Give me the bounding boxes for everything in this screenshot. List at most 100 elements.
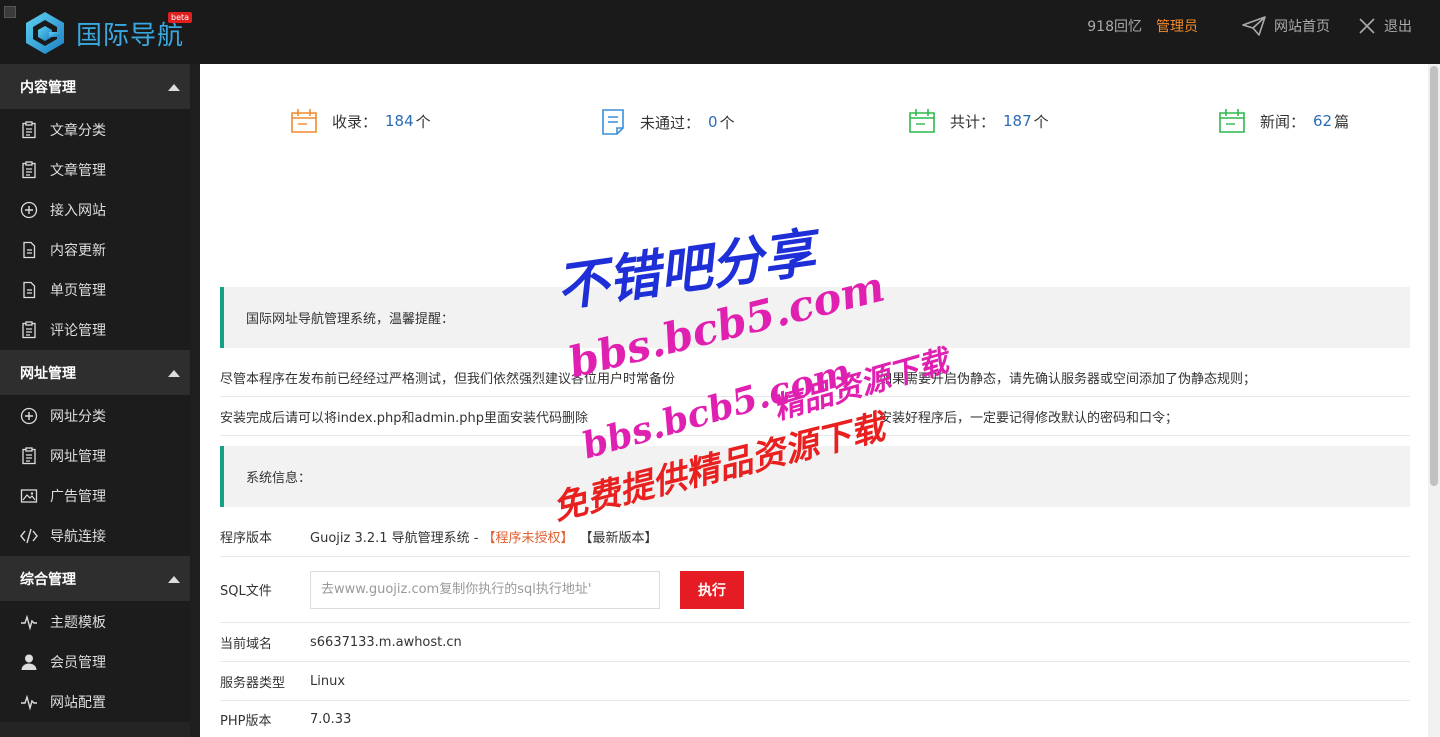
info-label: 当前域名 [220, 636, 273, 652]
sidebar: 内容管理 文章分类 文章管理 接入网站 内容更新 单页管理 评论管理 网址管理 … [0, 64, 190, 737]
stat-label: 新闻： [1260, 112, 1306, 131]
notice-text: 尽管本程序在发布前已经经过严格测试，但我们依然强烈建议各位用户时常备份 [220, 371, 676, 387]
sidebar-item-label: 主题模板 [50, 615, 106, 631]
info-label: 程序版本 [220, 531, 273, 546]
username: 918回忆 [1087, 19, 1142, 35]
notice-text: 安装好程序后，一定要记得修改默认的密码和口令； [879, 410, 1179, 426]
sidebar-item-label: 文章管理 [50, 163, 106, 179]
stat-indexed: 收录： 184 个 [290, 108, 431, 134]
info-label: 服务器类型 [220, 675, 286, 691]
notice-text: 如果需要开启伪静态，请先确认服务器或空间添加了伪静态规则； [879, 371, 1257, 387]
php-value: 7.0.33 [310, 711, 352, 727]
note-icon [602, 109, 624, 135]
site-home-link[interactable]: 网站首页 [1242, 16, 1330, 36]
sidebar-item-label: 网址管理 [50, 449, 106, 465]
notice-row: 尽管本程序在发布前已经经过严格测试，但我们依然强烈建议各位用户时常备份 如果需要… [220, 358, 1410, 397]
clipboard-icon [22, 121, 36, 139]
scrollbar-thumb[interactable] [1430, 66, 1438, 486]
info-row-sql: SQL文件 执行 [220, 557, 1410, 623]
code-icon [20, 528, 38, 544]
latest-version[interactable]: 【最新版本】 [580, 527, 658, 546]
clipboard-icon [22, 321, 36, 339]
stat-rejected: 未通过： 0 个 [600, 108, 735, 136]
info-row-server: 服务器类型 Linux [220, 662, 1410, 701]
sql-url-input[interactable] [310, 570, 660, 609]
sidebar-item-ads[interactable]: 广告管理 [0, 476, 190, 516]
stat-value: 62 [1313, 112, 1333, 130]
notice-title: 国际网址导航管理系统，温馨提醒： [246, 312, 455, 327]
sidebar-group-general[interactable]: 综合管理 [0, 556, 190, 602]
sidebar-group-content[interactable]: 内容管理 [0, 64, 190, 110]
info-row-domain: 当前域名 s6637133.m.awhost.cn [220, 623, 1410, 662]
sysinfo-header: 系统信息： [220, 446, 1410, 507]
sidebar-item-url-category[interactable]: 网址分类 [0, 396, 190, 436]
sidebar-item-nav-links[interactable]: 导航连接 [0, 516, 190, 556]
stat-value: 0 [708, 113, 718, 131]
stat-unit: 个 [719, 113, 735, 132]
window-corner-square [4, 6, 16, 18]
sidebar-item-label: 网站配置 [50, 695, 106, 711]
stat-value: 184 [385, 112, 414, 130]
clipboard-icon [22, 447, 36, 465]
sidebar-item-url-manage[interactable]: 网址管理 [0, 436, 190, 476]
info-label: SQL文件 [220, 584, 272, 599]
user-role: 管理员 [1156, 19, 1198, 35]
top-header: 国际导航 beta 918回忆 管理员 网站首页 退出 [0, 0, 1440, 64]
stat-label: 收录： [332, 112, 378, 131]
stat-total: 共计： 187 个 [908, 108, 1049, 134]
header-right: 918回忆 管理员 网站首页 退出 [1087, 0, 1412, 52]
sidebar-item-label: 广告管理 [50, 489, 106, 505]
caret-up-icon [168, 84, 180, 91]
stat-unit: 篇 [1334, 112, 1350, 131]
folder-icon [909, 109, 935, 133]
user-icon [21, 654, 37, 670]
logout-label: 退出 [1384, 19, 1412, 35]
sidebar-item-connect-site[interactable]: 接入网站 [0, 190, 190, 230]
notice-text: 安装完成后请可以将index.php和admin.php里面安装代码删除 [220, 410, 589, 426]
pulse-icon [21, 614, 37, 631]
sidebar-item-members[interactable]: 会员管理 [0, 642, 190, 682]
group-label: 网址管理 [20, 365, 76, 382]
site-home-label: 网站首页 [1274, 19, 1330, 35]
sidebar-item-content-update[interactable]: 内容更新 [0, 230, 190, 270]
license-status[interactable]: 【程序未授权】 [482, 527, 573, 546]
sidebar-item-single-page[interactable]: 单页管理 [0, 270, 190, 310]
sidebar-item-label: 网址分类 [50, 409, 106, 425]
sidebar-item-label: 导航连接 [50, 529, 106, 545]
logo-g-icon [26, 12, 64, 54]
sidebar-group-url[interactable]: 网址管理 [0, 350, 190, 396]
sidebar-item-site-config[interactable]: 网站配置 [0, 682, 190, 722]
stat-unit: 个 [415, 112, 431, 131]
stat-news: 新闻： 62 篇 [1218, 108, 1349, 134]
plus-circle-icon [20, 201, 38, 219]
clipboard-icon [22, 161, 36, 179]
logo[interactable]: 国际导航 [22, 10, 184, 56]
info-row-version: 程序版本 Guojiz 3.2.1 导航管理系统 - 【程序未授权】 【最新版本… [220, 517, 1410, 557]
paper-plane-icon [1242, 16, 1266, 36]
run-sql-button[interactable]: 执行 [680, 570, 744, 609]
stats-bar: 收录： 184 个 未通过： 0 个 共计： 187 个 新闻： 62 篇 [200, 108, 1428, 144]
image-icon [20, 489, 38, 503]
caret-up-icon [168, 576, 180, 583]
caret-up-icon [168, 370, 180, 377]
sidebar-item-label: 单页管理 [50, 283, 106, 299]
stat-value: 187 [1003, 112, 1032, 130]
sidebar-item-comments[interactable]: 评论管理 [0, 310, 190, 350]
beta-badge: beta [168, 12, 193, 23]
sidebar-item-label: 评论管理 [50, 323, 106, 339]
info-row-php: PHP版本 7.0.33 [220, 701, 1410, 737]
pulse-icon [21, 694, 37, 711]
sidebar-item-article-manage[interactable]: 文章管理 [0, 150, 190, 190]
sidebar-item-theme[interactable]: 主题模板 [0, 602, 190, 642]
domain-value: s6637133.m.awhost.cn [310, 634, 462, 650]
sidebar-item-article-category[interactable]: 文章分类 [0, 110, 190, 150]
document-icon [23, 281, 36, 299]
sidebar-item-label: 文章分类 [50, 123, 106, 139]
folder-icon [291, 109, 317, 133]
document-icon [23, 241, 36, 259]
close-icon [1359, 18, 1375, 34]
version-text: Guojiz 3.2.1 导航管理系统 - [310, 531, 479, 546]
notice-header: 国际网址导航管理系统，温馨提醒： [220, 287, 1410, 348]
sidebar-item-label: 会员管理 [50, 655, 106, 671]
logout-link[interactable]: 退出 [1358, 16, 1412, 36]
